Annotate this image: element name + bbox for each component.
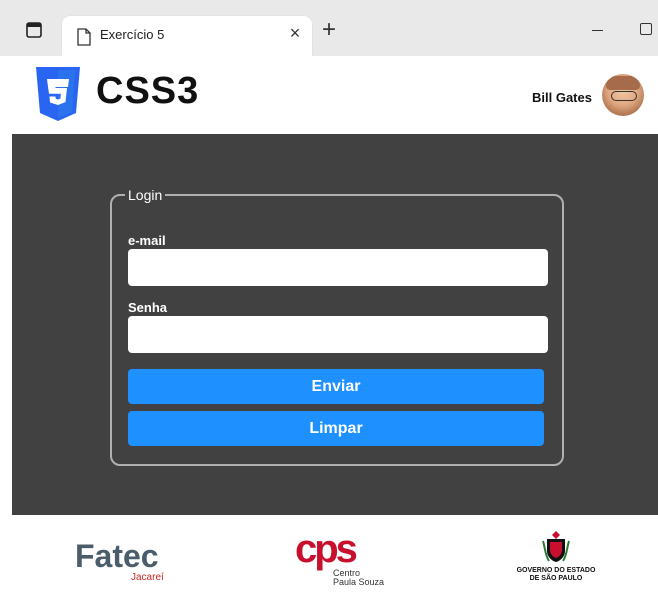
coat-of-arms-icon	[541, 529, 571, 563]
email-input[interactable]	[128, 249, 548, 286]
logo-text: CSS3	[96, 70, 200, 112]
cps-subtitle: Centro Paula Souza	[333, 569, 384, 587]
gov-sp-logo: GOVERNO DO ESTADO DE SÃO PAULO	[508, 529, 604, 595]
browser-tab-bar: Exercício 5 × +	[0, 0, 658, 56]
css3-logo-icon	[34, 66, 82, 123]
page-header: CSS3 Bill Gates	[12, 56, 658, 134]
user-name: Bill Gates	[532, 90, 592, 105]
submit-button[interactable]: Enviar	[128, 369, 544, 404]
gov-text: GOVERNO DO ESTADO DE SÃO PAULO	[508, 567, 604, 583]
fatec-campus: Jacareí	[131, 572, 164, 583]
cps-logo: cps Centro Paula Souza	[295, 529, 387, 591]
minimize-icon[interactable]	[592, 22, 608, 31]
page-footer: Fatec Jacareí cps Centro Paula Souza GOV…	[12, 515, 658, 598]
fatec-name: Fatec	[75, 538, 159, 574]
cps-mark: cps	[295, 527, 358, 571]
tab-title: Exercício 5	[100, 27, 165, 42]
reset-button[interactable]: Limpar	[128, 411, 544, 446]
email-label: e-mail	[128, 233, 166, 248]
browser-tab-active[interactable]: Exercício 5 ×	[62, 16, 312, 56]
cps-line2: Paula Souza	[333, 577, 385, 587]
password-label: Senha	[128, 300, 168, 315]
new-tab-icon[interactable]: +	[318, 18, 340, 42]
login-fieldset: Login e-mail Senha Enviar Limpar	[110, 185, 564, 466]
user-avatar[interactable]	[602, 74, 644, 116]
close-tab-icon[interactable]: ×	[286, 24, 304, 42]
page-icon	[76, 28, 92, 46]
password-input[interactable]	[128, 316, 548, 353]
tab-actions-icon[interactable]	[22, 18, 46, 42]
maximize-icon[interactable]	[640, 23, 652, 35]
gov-line1: GOVERNO DO ESTADO	[516, 567, 596, 574]
fatec-logo: Fatec Jacareí	[75, 538, 164, 583]
login-legend: Login	[125, 185, 166, 205]
main-content: Login e-mail Senha Enviar Limpar	[12, 134, 658, 515]
gov-line2: DE SÃO PAULO	[529, 575, 583, 582]
